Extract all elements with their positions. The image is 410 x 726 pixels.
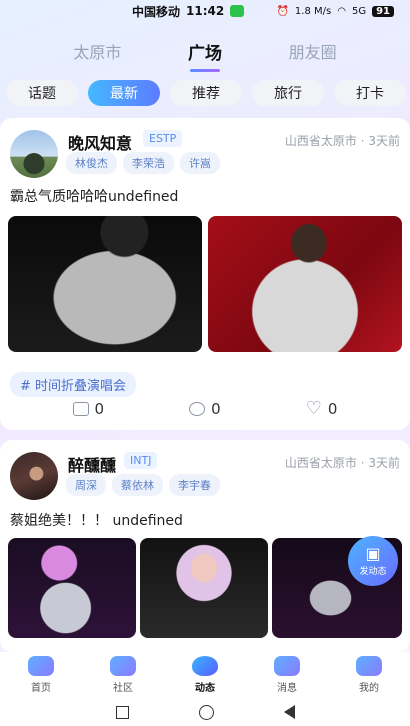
post-dynamic-button[interactable]: ▣ 发动态 [348, 536, 398, 586]
share-count: 0 [94, 400, 105, 418]
user-icon [356, 656, 382, 676]
avatar[interactable] [10, 452, 58, 500]
heart-icon: ♡ [305, 398, 322, 419]
bottom-nav: 首页 社区 动态 消息 我的 [0, 652, 410, 698]
interest-tag: 李宇春 [169, 474, 220, 496]
net-speed-text: 1.8 M/s [294, 5, 332, 17]
wechat-icon [230, 5, 245, 17]
status-bar: 中国移动 11:42 ⏰ 1.8 M/s ◠ 5G 91 [0, 0, 410, 22]
top-tabs: 太原市 广场 朋友圈 [0, 34, 410, 72]
comment-button[interactable]: 0 [189, 400, 221, 418]
share-icon [72, 402, 89, 416]
alarm-icon: ⏰ [276, 5, 289, 17]
recent-apps-icon[interactable] [115, 705, 129, 719]
post-actions: 0 0 ♡ 0 [0, 400, 410, 418]
comment-icon [189, 402, 206, 416]
flame-icon [192, 656, 218, 676]
signal-text: 5G [351, 5, 367, 17]
fab-label: 发动态 [359, 566, 387, 577]
author-name[interactable]: 醉醺醺 [68, 452, 116, 476]
system-nav-bar [0, 698, 410, 726]
carrier-text: 中国移动 [132, 4, 181, 19]
back-icon[interactable] [283, 705, 295, 719]
chip-checkin[interactable]: 打卡 [334, 80, 406, 106]
chip-recommended[interactable]: 推荐 [170, 80, 242, 106]
author-name[interactable]: 晚风知意 [68, 130, 132, 154]
chip-latest[interactable]: 最新 [88, 80, 160, 106]
nav-label: 首页 [31, 683, 51, 694]
nav-messages[interactable]: 消息 [257, 656, 317, 694]
status-left: 中国移动 11:42 [132, 3, 245, 20]
post-card[interactable]: 醉醺醺 INTJ 山西省太原市 · 3天前 周深 蔡依林 李宇春 蔡姐绝美！！！… [0, 440, 410, 652]
interest-tag: 李荣浩 [123, 152, 174, 174]
location-time: 山西省太原市 · 3天前 [284, 134, 400, 148]
avatar[interactable] [10, 130, 58, 178]
community-icon [110, 656, 136, 676]
post-photo[interactable] [8, 216, 202, 352]
post-text: 蔡姐绝美！！！ undefined [10, 513, 183, 529]
battery-badge: 91 [372, 5, 394, 17]
image-edit-icon: ▣ [365, 543, 381, 563]
location-time: 山西省太原市 · 3天前 [284, 456, 400, 470]
tab-plaza[interactable]: 广场 [188, 39, 222, 72]
like-count: 0 [327, 400, 338, 418]
comment-count: 0 [211, 400, 221, 418]
interest-tags: 林俊杰 李荣浩 许嵩 [66, 152, 220, 174]
topic-tag[interactable]: # 时间折叠演唱会 [10, 372, 137, 397]
category-chips: 话题 最新 推荐 旅行 打卡 [6, 80, 406, 106]
mbti-badge: INTJ [124, 452, 158, 469]
post-card[interactable]: 晚风知意 ESTP 山西省太原市 · 3天前 林俊杰 李荣浩 许嵩 霸总气质哈哈… [0, 118, 410, 430]
nav-home[interactable]: 首页 [11, 656, 71, 694]
interest-tag: 周深 [66, 474, 106, 496]
nav-label: 社区 [113, 683, 133, 694]
tab-friends[interactable]: 朋友圈 [289, 39, 337, 63]
chip-travel[interactable]: 旅行 [252, 80, 324, 106]
like-button[interactable]: ♡ 0 [305, 398, 338, 419]
interest-tags: 周深 蔡依林 李宇春 [66, 474, 220, 496]
interest-tag: 许嵩 [180, 152, 220, 174]
chip-topics[interactable]: 话题 [6, 80, 78, 106]
mbti-badge: ESTP [143, 130, 183, 147]
home-icon [28, 656, 54, 676]
wifi-icon: ◠ [337, 5, 346, 17]
home-button-icon[interactable] [198, 704, 214, 720]
nav-label: 消息 [277, 683, 297, 694]
clock-text: 11:42 [186, 4, 225, 18]
interest-tag: 蔡依林 [112, 474, 163, 496]
post-photo[interactable] [140, 538, 268, 638]
message-icon [274, 656, 300, 676]
nav-moments[interactable]: 动态 [175, 656, 235, 694]
tab-city[interactable]: 太原市 [73, 39, 121, 63]
share-button[interactable]: 0 [72, 400, 105, 418]
interest-tag: 林俊杰 [66, 152, 117, 174]
nav-label: 动态 [195, 683, 215, 694]
post-photo[interactable] [8, 538, 136, 638]
post-photo[interactable] [208, 216, 402, 352]
status-right: ⏰ 1.8 M/s ◠ 5G 91 [276, 5, 394, 17]
nav-community[interactable]: 社区 [93, 656, 153, 694]
post-text: 霸总气质哈哈哈undefined [10, 189, 179, 205]
nav-label: 我的 [359, 683, 379, 694]
nav-me[interactable]: 我的 [339, 656, 399, 694]
